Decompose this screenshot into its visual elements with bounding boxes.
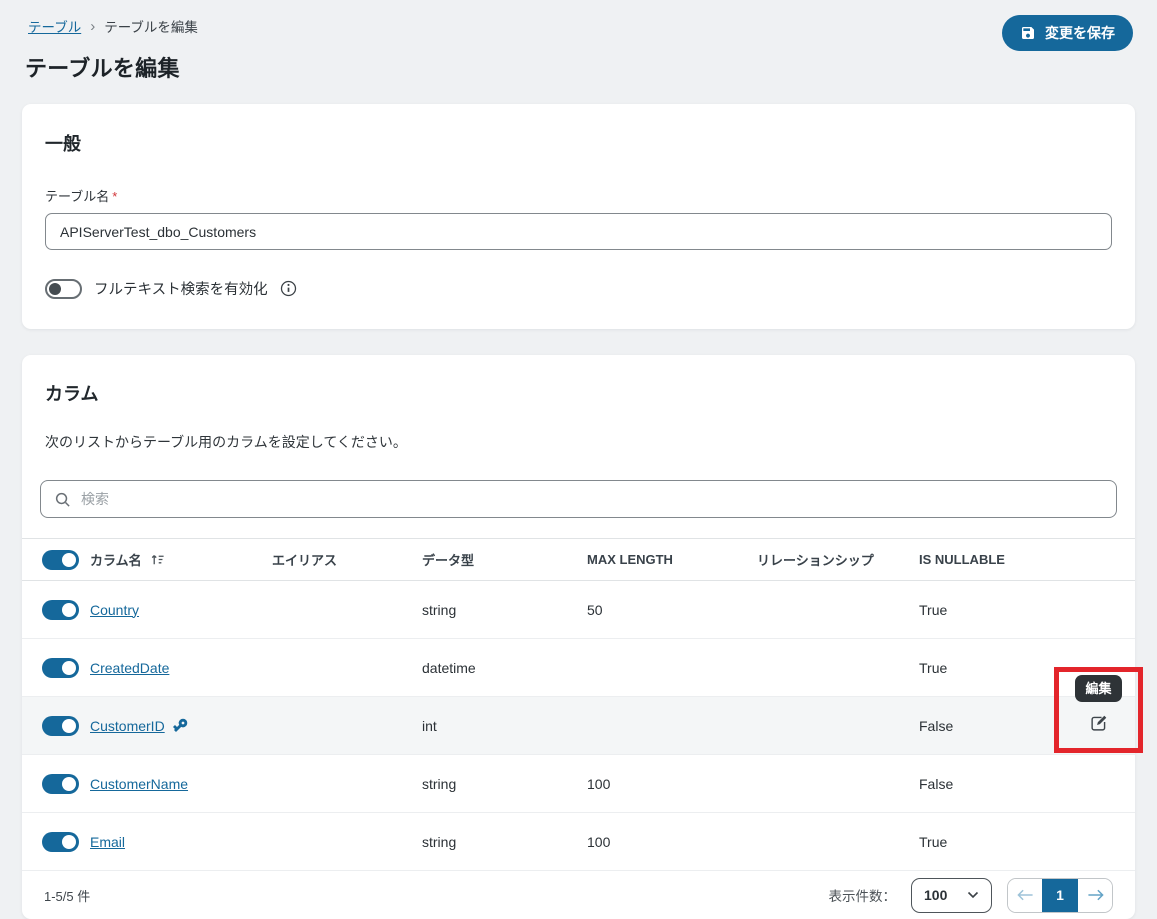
breadcrumb-chevron-icon: ›: [90, 19, 95, 34]
toggle-knob: [62, 661, 76, 675]
toggle-knob: [62, 777, 76, 791]
toggle-knob: [62, 719, 76, 733]
row-toggle[interactable]: [42, 658, 79, 678]
column-name-link[interactable]: CustomerID: [90, 718, 165, 734]
next-page-button[interactable]: [1078, 879, 1112, 912]
toggle-all-columns[interactable]: [42, 550, 79, 570]
fulltext-search-toggle[interactable]: [45, 279, 82, 299]
row-toggle[interactable]: [42, 774, 79, 794]
table-row-customername: CustomerName string 100 False: [22, 755, 1135, 813]
toggle-knob: [49, 283, 61, 295]
columns-card: カラム 次のリストからテーブル用のカラムを設定してください。 カラム名 エイリア…: [22, 355, 1135, 919]
row-toggle[interactable]: [42, 600, 79, 620]
table-footer: 1-5/5 件 表示件数： 100 1: [22, 871, 1135, 919]
row-count: 1-5/5 件: [44, 886, 90, 905]
edit-tooltip: 編集: [1075, 675, 1121, 702]
cell-is-nullable: True: [919, 834, 1045, 850]
header-is-nullable: IS NULLABLE: [919, 552, 1045, 567]
sort-ascending-icon[interactable]: [150, 552, 165, 567]
primary-key-icon: [168, 713, 192, 737]
table-row-customerid: CustomerID int False 編集: [22, 697, 1135, 755]
annotation-highlight-box: 編集: [1054, 667, 1143, 753]
fulltext-toggle-label: フルテキスト検索を有効化: [94, 278, 268, 299]
previous-page-button[interactable]: [1008, 879, 1042, 912]
cell-is-nullable: False: [919, 718, 1045, 734]
page-size-label: 表示件数：: [829, 885, 897, 905]
info-icon[interactable]: [280, 280, 297, 297]
top-bar: テーブル › テーブルを編集 テーブルを編集 変更を保存: [0, 0, 1157, 83]
header-alias: エイリアス: [272, 550, 422, 569]
arrow-right-icon: [1087, 889, 1104, 901]
table-name-label: テーブル名*: [45, 186, 1112, 205]
page-size-select[interactable]: 100: [911, 878, 992, 913]
breadcrumb-link-tables[interactable]: テーブル: [28, 16, 81, 36]
columns-heading: カラム: [22, 380, 1135, 406]
breadcrumb: テーブル › テーブルを編集: [28, 16, 1133, 36]
edit-column-button[interactable]: [1089, 714, 1108, 733]
column-name-link[interactable]: Email: [90, 834, 125, 850]
save-button-label: 変更を保存: [1045, 23, 1115, 43]
row-toggle[interactable]: [42, 832, 79, 852]
column-name-link[interactable]: CustomerName: [90, 776, 188, 792]
row-toggle[interactable]: [42, 716, 79, 736]
toggle-knob: [62, 553, 76, 567]
toggle-knob: [62, 603, 76, 617]
edit-icon: [1089, 714, 1108, 733]
toggle-knob: [62, 835, 76, 849]
columns-description: 次のリストからテーブル用のカラムを設定してください。: [45, 432, 1112, 452]
cell-data-type: string: [422, 776, 587, 792]
chevron-down-icon: [967, 891, 979, 899]
header-data-type: データ型: [422, 550, 587, 569]
cell-is-nullable: False: [919, 776, 1045, 792]
cell-data-type: string: [422, 602, 587, 618]
page-title: テーブルを編集: [25, 51, 1133, 83]
table-row-createddate: CreatedDate datetime True: [22, 639, 1135, 697]
cell-is-nullable: True: [919, 660, 1045, 676]
table-row-country: Country string 50 True: [22, 581, 1135, 639]
header-column-name: カラム名: [90, 550, 142, 569]
required-asterisk: *: [112, 189, 117, 204]
save-icon: [1020, 25, 1036, 41]
cell-max-length: 100: [587, 834, 757, 850]
pagination: 1: [1007, 878, 1113, 913]
cell-data-type: string: [422, 834, 587, 850]
column-search-input[interactable]: [81, 491, 1103, 507]
cell-is-nullable: True: [919, 602, 1045, 618]
cell-max-length: 50: [587, 602, 757, 618]
general-card: 一般 テーブル名* フルテキスト検索を有効化: [22, 104, 1135, 329]
current-page-button[interactable]: 1: [1042, 879, 1078, 912]
arrow-left-icon: [1017, 889, 1034, 901]
search-icon: [54, 491, 71, 508]
column-search-box[interactable]: [40, 480, 1117, 518]
table-name-input[interactable]: [45, 213, 1112, 250]
save-changes-button[interactable]: 変更を保存: [1002, 15, 1133, 51]
header-relationship: リレーションシップ: [757, 550, 919, 569]
table-header-row: カラム名 エイリアス データ型 MAX LENGTH リレーションシップ IS …: [22, 538, 1135, 581]
breadcrumb-current: テーブルを編集: [104, 16, 198, 36]
header-max-length: MAX LENGTH: [587, 552, 757, 567]
column-name-link[interactable]: Country: [90, 602, 139, 618]
cell-max-length: 100: [587, 776, 757, 792]
table-row-email: Email string 100 True: [22, 813, 1135, 871]
column-name-link[interactable]: CreatedDate: [90, 660, 169, 676]
cell-data-type: int: [422, 718, 587, 734]
cell-data-type: datetime: [422, 660, 587, 676]
general-heading: 一般: [45, 130, 1112, 156]
